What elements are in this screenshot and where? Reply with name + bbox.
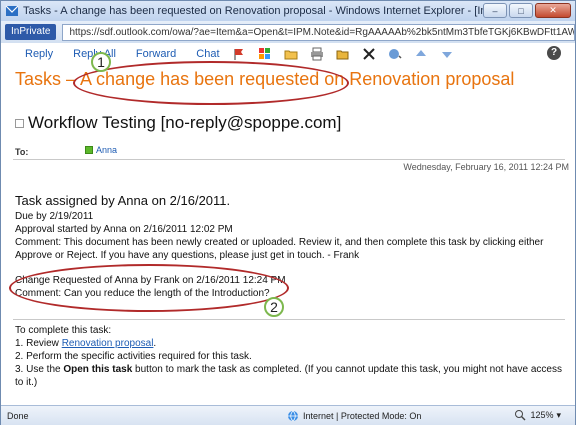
zoom-icon xyxy=(515,410,526,421)
message-toolbar: Reply Reply All Forward Chat xyxy=(1,43,575,65)
help-button[interactable]: ? xyxy=(547,46,561,60)
body-divider xyxy=(13,319,565,320)
move-to-folder-icon[interactable] xyxy=(284,47,298,61)
step-3-suffix: button to mark the task as completed. (I… xyxy=(132,364,562,375)
step-3: 3. Use the Open this task button to mark… xyxy=(15,364,562,375)
to-label: To: xyxy=(15,147,29,157)
select-checkbox[interactable] xyxy=(15,118,24,128)
task-heading: Task assigned by Anna on 2/16/2011. xyxy=(15,193,231,208)
status-bar: Done Internet | Protected Mode: On 125% … xyxy=(1,405,575,425)
categorize-icon[interactable] xyxy=(258,47,272,61)
step-3-prefix: 3. Use the xyxy=(15,364,64,375)
complete-intro: To complete this task: xyxy=(15,325,112,336)
browser-window: Tasks - A change has been requested on R… xyxy=(0,0,576,425)
header-divider xyxy=(13,159,565,160)
step-1: 1. Review Renovation proposal. xyxy=(15,338,156,349)
window-title: Tasks - A change has been requested on R… xyxy=(23,5,503,17)
title-bar: Tasks - A change has been requested on R… xyxy=(1,1,575,21)
sent-date: Wednesday, February 16, 2011 12:24 PM xyxy=(403,162,569,172)
zone-text: Internet | Protected Mode: On xyxy=(303,410,422,421)
comment-line-2: Approve or Reject. If you have any quest… xyxy=(15,250,360,261)
next-item-icon[interactable] xyxy=(440,47,454,61)
sender-row: Workflow Testing [no-reply@spoppe.com] xyxy=(15,113,341,133)
zoom-level: 125% xyxy=(530,410,554,420)
maximize-button[interactable]: □ xyxy=(509,3,533,18)
change-callout-ellipse xyxy=(9,264,289,312)
junk-icon[interactable] xyxy=(388,47,402,61)
step-2: 2. Perform the specific activities requi… xyxy=(15,351,252,362)
recipient[interactable]: Anna xyxy=(85,145,117,155)
comment-line-1: Comment: This document has been newly cr… xyxy=(15,237,544,248)
open-this-task-text: Open this task xyxy=(63,364,133,375)
flag-icon[interactable] xyxy=(232,47,246,61)
approval-started: Approval started by Anna on 2/16/2011 12… xyxy=(15,224,233,235)
zoom-control[interactable]: 125% ▾ xyxy=(514,409,561,421)
callout-badge-2: 2 xyxy=(264,297,284,317)
window-controls: – □ ✕ xyxy=(483,3,571,18)
url-text: https://sdf.outlook.com/owa/?ae=Item&a=O… xyxy=(69,26,575,38)
step-1-suffix: . xyxy=(153,338,157,349)
renovation-proposal-link[interactable]: Renovation proposal xyxy=(62,338,154,349)
sender-name: Workflow Testing [no-reply@spoppe.com] xyxy=(28,113,342,132)
previous-item-icon[interactable] xyxy=(414,47,428,61)
step-3-continued: to it.) xyxy=(15,377,38,388)
chevron-down-icon: ▾ xyxy=(556,409,561,420)
chat-button[interactable]: Chat xyxy=(196,48,219,60)
inprivate-badge: InPrivate xyxy=(5,24,57,40)
reply-button[interactable]: Reply xyxy=(25,48,53,60)
security-zone[interactable]: Internet | Protected Mode: On xyxy=(287,410,421,422)
url-field[interactable]: https://sdf.outlook.com/owa/?ae=Item&a=O… xyxy=(62,23,575,41)
presence-icon xyxy=(85,146,93,154)
print-icon[interactable] xyxy=(310,47,324,61)
forward-button[interactable]: Forward xyxy=(136,48,176,60)
close-button[interactable]: ✕ xyxy=(535,3,571,18)
outlook-app-icon xyxy=(5,5,19,16)
address-bar: InPrivate https://sdf.outlook.com/owa/?a… xyxy=(1,21,575,43)
status-text: Done xyxy=(7,410,29,421)
step-1-prefix: 1. Review xyxy=(15,338,62,349)
recipient-name[interactable]: Anna xyxy=(96,145,117,155)
callout-badge-1: 1 xyxy=(91,52,111,72)
minimize-button[interactable]: – xyxy=(483,3,507,18)
globe-icon xyxy=(288,410,298,421)
delete-icon[interactable] xyxy=(362,47,376,61)
subject-callout-ellipse xyxy=(73,61,349,105)
due-date: Due by 2/19/2011 xyxy=(15,211,94,222)
open-icon[interactable] xyxy=(336,47,350,61)
